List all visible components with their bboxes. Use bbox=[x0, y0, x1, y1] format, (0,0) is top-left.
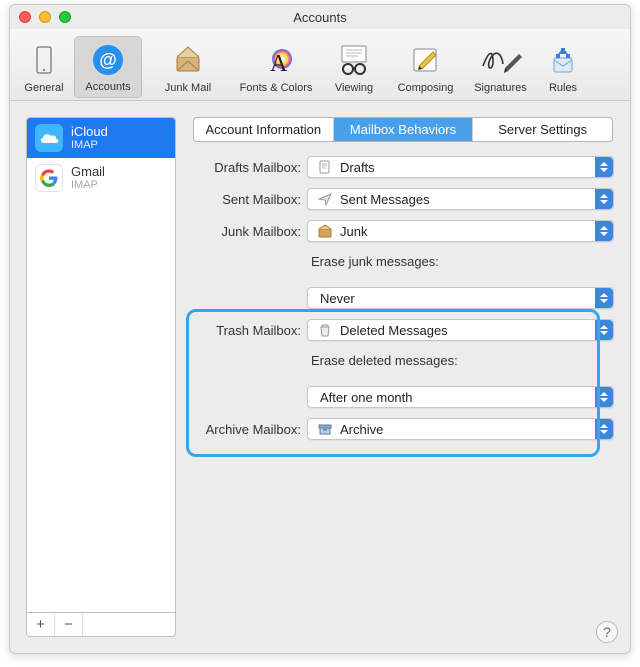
row-erase-deleted-label: Erase deleted messages: bbox=[192, 351, 614, 376]
accounts-sidebar: iCloud IMAP Gmail IMAP + − bbox=[26, 117, 176, 637]
erase-deleted-popup[interactable]: After one month bbox=[307, 386, 614, 408]
chevron-updown-icon bbox=[595, 387, 613, 407]
titlebar: Accounts bbox=[10, 5, 630, 29]
rules-icon bbox=[538, 42, 588, 80]
accounts-footer: + − bbox=[26, 613, 176, 637]
chevron-updown-icon bbox=[595, 189, 613, 209]
account-row-icloud[interactable]: iCloud IMAP bbox=[27, 118, 175, 158]
chevron-updown-icon bbox=[595, 419, 613, 439]
junk-box-icon bbox=[314, 224, 336, 238]
row-archive: Archive Mailbox: Archive bbox=[192, 418, 614, 440]
erase-deleted-label: Erase deleted messages: bbox=[307, 351, 614, 376]
archive-label: Archive Mailbox: bbox=[192, 422, 307, 437]
sent-label: Sent Mailbox: bbox=[192, 192, 307, 207]
toolbar-label: Signatures bbox=[463, 82, 538, 94]
toolbar-signatures[interactable]: Signatures bbox=[463, 38, 538, 98]
close-icon[interactable] bbox=[19, 11, 31, 23]
general-icon bbox=[16, 42, 72, 80]
toolbar-composing[interactable]: Composing bbox=[388, 38, 463, 98]
row-erase-junk-label: Erase junk messages: bbox=[192, 252, 614, 277]
sent-value: Sent Messages bbox=[336, 192, 430, 207]
settings-panel: Account Information Mailbox Behaviors Se… bbox=[192, 117, 614, 637]
help-button[interactable]: ? bbox=[596, 621, 618, 643]
account-name: Gmail bbox=[71, 165, 105, 179]
minimize-icon[interactable] bbox=[39, 11, 51, 23]
panel-tabs: Account Information Mailbox Behaviors Se… bbox=[193, 117, 613, 142]
svg-text:A: A bbox=[270, 51, 288, 77]
row-drafts: Drafts Mailbox: Drafts bbox=[192, 156, 614, 178]
erase-deleted-value: After one month bbox=[314, 390, 413, 405]
remove-account-button[interactable]: − bbox=[55, 613, 83, 636]
drafts-label: Drafts Mailbox: bbox=[192, 160, 307, 175]
toolbar-rules[interactable]: Rules bbox=[538, 38, 588, 98]
row-junk: Junk Mailbox: Junk bbox=[192, 220, 614, 242]
row-trash: Trash Mailbox: Deleted Messages bbox=[192, 319, 614, 341]
toolbar-junk-mail[interactable]: Junk Mail bbox=[144, 38, 232, 98]
junk-mail-icon bbox=[144, 42, 232, 80]
account-row-gmail[interactable]: Gmail IMAP bbox=[27, 158, 175, 198]
row-sent: Sent Mailbox: Sent Messages bbox=[192, 188, 614, 210]
toolbar-viewing[interactable]: Viewing bbox=[320, 38, 388, 98]
toolbar-label: Viewing bbox=[320, 82, 388, 94]
archive-icon bbox=[314, 422, 336, 436]
junk-value: Junk bbox=[336, 224, 367, 239]
signatures-icon bbox=[463, 42, 538, 80]
paper-plane-icon bbox=[314, 192, 336, 206]
toolbar-label: Junk Mail bbox=[144, 82, 232, 94]
content-area: iCloud IMAP Gmail IMAP + − bbox=[10, 101, 630, 653]
preferences-window: Accounts General @ Accounts Junk Mail bbox=[9, 4, 631, 654]
zoom-icon[interactable] bbox=[59, 11, 71, 23]
drafts-value: Drafts bbox=[336, 160, 375, 175]
accounts-list: iCloud IMAP Gmail IMAP bbox=[26, 117, 176, 613]
toolbar-label: Accounts bbox=[75, 81, 141, 93]
trash-mailbox-popup[interactable]: Deleted Messages bbox=[307, 319, 614, 341]
chevron-updown-icon bbox=[595, 320, 613, 340]
junk-label: Junk Mailbox: bbox=[192, 224, 307, 239]
svg-text:@: @ bbox=[99, 50, 117, 70]
tab-server-settings[interactable]: Server Settings bbox=[473, 118, 612, 141]
toolbar-label: Fonts & Colors bbox=[232, 82, 320, 94]
erase-junk-popup[interactable]: Never bbox=[307, 287, 614, 309]
tab-mailbox-behaviors[interactable]: Mailbox Behaviors bbox=[334, 118, 474, 141]
chevron-updown-icon bbox=[595, 157, 613, 177]
erase-junk-label: Erase junk messages: bbox=[307, 252, 614, 277]
account-name: iCloud bbox=[71, 125, 108, 139]
row-erase-deleted: After one month bbox=[192, 386, 614, 408]
account-protocol: IMAP bbox=[71, 139, 108, 151]
tab-account-information[interactable]: Account Information bbox=[194, 118, 334, 141]
account-protocol: IMAP bbox=[71, 179, 105, 191]
drafts-mailbox-popup[interactable]: Drafts bbox=[307, 156, 614, 178]
trash-icon bbox=[314, 323, 336, 337]
toolbar-label: General bbox=[16, 82, 72, 94]
junk-mailbox-popup[interactable]: Junk bbox=[307, 220, 614, 242]
traffic-lights bbox=[19, 11, 71, 23]
chevron-updown-icon bbox=[595, 288, 613, 308]
toolbar-label: Rules bbox=[538, 82, 588, 94]
toolbar-general[interactable]: General bbox=[16, 38, 72, 98]
row-erase-junk: Never bbox=[192, 287, 614, 309]
chevron-updown-icon bbox=[595, 221, 613, 241]
erase-junk-value: Never bbox=[314, 291, 355, 306]
google-icon bbox=[35, 164, 63, 192]
preferences-toolbar: General @ Accounts Junk Mail A bbox=[10, 29, 630, 101]
cloud-icon bbox=[35, 124, 63, 152]
archive-value: Archive bbox=[336, 422, 383, 437]
toolbar-accounts[interactable]: @ Accounts bbox=[74, 36, 142, 98]
trash-label: Trash Mailbox: bbox=[192, 323, 307, 338]
composing-icon bbox=[388, 42, 463, 80]
trash-value: Deleted Messages bbox=[336, 323, 448, 338]
fonts-colors-icon: A bbox=[232, 42, 320, 80]
document-icon bbox=[314, 160, 336, 174]
archive-mailbox-popup[interactable]: Archive bbox=[307, 418, 614, 440]
add-account-button[interactable]: + bbox=[27, 613, 55, 636]
accounts-icon: @ bbox=[75, 41, 141, 79]
window-title: Accounts bbox=[293, 10, 346, 25]
toolbar-fonts-colors[interactable]: A Fonts & Colors bbox=[232, 38, 320, 98]
sent-mailbox-popup[interactable]: Sent Messages bbox=[307, 188, 614, 210]
viewing-icon bbox=[320, 42, 388, 80]
toolbar-label: Composing bbox=[388, 82, 463, 94]
